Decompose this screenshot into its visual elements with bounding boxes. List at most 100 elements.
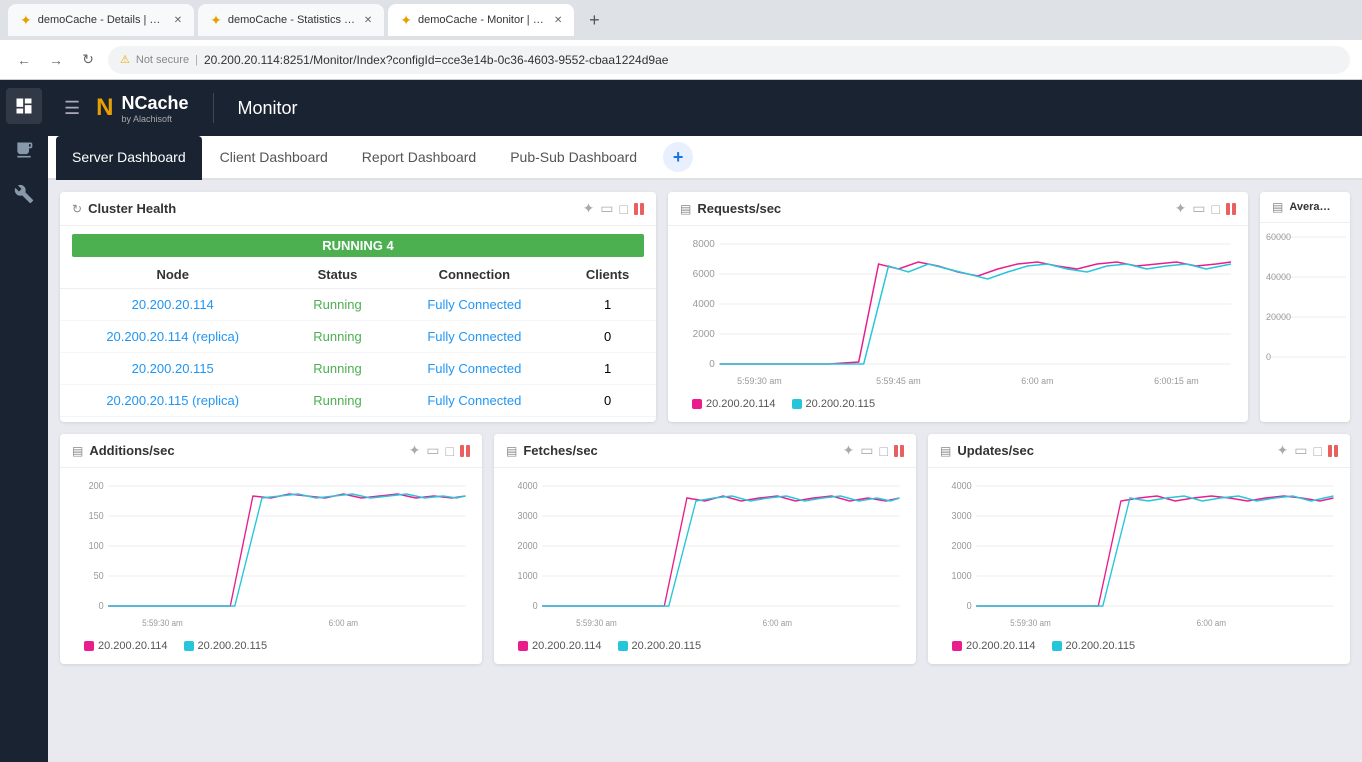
cluster-refresh-icon[interactable]: ↻ — [72, 202, 82, 216]
fetches-pin-icon[interactable]: ✦ — [843, 442, 855, 459]
svg-text:150: 150 — [89, 511, 104, 523]
forward-button[interactable]: → — [44, 48, 68, 72]
logo-sub: by Alachisoft — [121, 114, 188, 124]
tab-close-3[interactable]: ✕ — [554, 15, 562, 26]
cluster-connection: Fully Connected — [390, 321, 560, 353]
svg-text:1000: 1000 — [518, 571, 538, 583]
sidebar-item-tools[interactable] — [6, 176, 42, 212]
top-panels-row: ↻ Cluster Health ✦ ▭ □ RUNNING 4 — [60, 192, 1350, 422]
cluster-pause-button[interactable] — [634, 203, 644, 215]
svg-text:6:00 am: 6:00 am — [329, 618, 358, 628]
svg-text:5:59:45 am: 5:59:45 am — [876, 376, 921, 386]
requests-pause-bar-2 — [1232, 203, 1236, 215]
cluster-expand-icon[interactable]: ▭ — [600, 200, 613, 217]
tab-client-dashboard[interactable]: Client Dashboard — [204, 136, 344, 180]
tab-pubsub-dashboard[interactable]: Pub-Sub Dashboard — [494, 136, 653, 180]
requests-expand-icon[interactable]: ▭ — [1192, 200, 1205, 217]
app-shell: ☰ N NCache by Alachisoft Monitor Server … — [0, 80, 1362, 762]
cluster-node: 20.200.20.115 — [60, 353, 285, 385]
url-separator: | — [195, 54, 198, 66]
additions-fullscreen-icon[interactable]: □ — [446, 443, 454, 459]
tab-label-3: demoCache - Monitor | NCache — [418, 14, 548, 26]
updates-pause-button[interactable] — [1328, 445, 1338, 457]
browser-tab-3[interactable]: ✦ demoCache - Monitor | NCache ✕ — [388, 4, 574, 36]
updates-pause-bar-2 — [1334, 445, 1338, 457]
cluster-status: Running — [285, 289, 389, 321]
tab-icon-2: ✦ — [210, 12, 222, 29]
updates-chart-icon: ▤ — [940, 444, 951, 458]
additions-title: Additions/sec — [89, 443, 402, 458]
fetches-pause-bar-2 — [900, 445, 904, 457]
requests-pause-button[interactable] — [1226, 203, 1236, 215]
additions-expand-icon[interactable]: ▭ — [426, 442, 439, 459]
fetches-legend-item-2: 20.200.20.115 — [618, 640, 702, 652]
cluster-connection: Fully Connected — [390, 385, 560, 417]
cluster-table-row: 20.200.20.115 (replica) Running Fully Co… — [60, 385, 656, 417]
svg-text:4000: 4000 — [518, 481, 538, 493]
requests-chart-area: 8000 6000 4000 2000 0 5:59:30 am 5:59:45… — [668, 226, 1248, 422]
fetches-pause-bar-1 — [894, 445, 898, 457]
fetches-sec-panel: ▤ Fetches/sec ✦ ▭ □ — [494, 434, 916, 664]
updates-legend-label-1: 20.200.20.114 — [966, 640, 1036, 652]
updates-expand-icon[interactable]: ▭ — [1294, 442, 1307, 459]
updates-legend-label-2: 20.200.20.115 — [1066, 640, 1136, 652]
additions-chart-area: 200 150 100 50 0 5:59:30 am 6:00 am — [60, 468, 482, 664]
browser-tab-1[interactable]: ✦ demoCache - Details | NCache ✕ — [8, 4, 194, 36]
additions-legend-label-2: 20.200.20.115 — [198, 640, 268, 652]
cluster-health-controls: ✦ ▭ □ — [583, 200, 628, 217]
fetches-fullscreen-icon[interactable]: □ — [880, 443, 888, 459]
main-area: ☰ N NCache by Alachisoft Monitor Server … — [48, 80, 1362, 762]
updates-legend-dot-2 — [1052, 641, 1062, 651]
requests-title: Requests/sec — [697, 201, 1168, 216]
sidebar-item-dashboard[interactable] — [6, 88, 42, 124]
sidebar-item-servers[interactable] — [6, 132, 42, 168]
additions-header: ▤ Additions/sec ✦ ▭ □ — [60, 434, 482, 468]
cluster-status: Running — [285, 321, 389, 353]
updates-chart-area: 4000 3000 2000 1000 0 5:59:30 am 6:00 am — [928, 468, 1350, 664]
updates-controls: ✦ ▭ □ — [1277, 442, 1322, 459]
additions-chart-svg: 200 150 100 50 0 5:59:30 am 6:00 am — [72, 476, 470, 636]
menu-button[interactable]: ☰ — [64, 98, 80, 119]
svg-text:6:00:15 am: 6:00:15 am — [1154, 376, 1199, 386]
tab-server-dashboard[interactable]: Server Dashboard — [56, 136, 202, 180]
updates-legend: 20.200.20.114 20.200.20.115 — [940, 636, 1338, 660]
svg-text:200: 200 — [89, 481, 104, 493]
tab-close-2[interactable]: ✕ — [364, 15, 372, 26]
reload-button[interactable]: ↻ — [76, 48, 100, 72]
svg-text:2000: 2000 — [518, 541, 538, 553]
cluster-pin-icon[interactable]: ✦ — [583, 200, 595, 217]
svg-text:4000: 4000 — [952, 481, 972, 493]
additions-legend-item-1: 20.200.20.114 — [84, 640, 168, 652]
url-bar[interactable]: ⚠ Not secure | 20.200.20.114:8251/Monito… — [108, 46, 1350, 74]
new-tab-button[interactable]: + — [578, 4, 610, 36]
updates-pin-icon[interactable]: ✦ — [1277, 442, 1289, 459]
back-button[interactable]: ← — [12, 48, 36, 72]
requests-fullscreen-icon[interactable]: □ — [1212, 201, 1220, 217]
browser-tab-2[interactable]: ✦ demoCache - Statistics | NCache ✕ — [198, 4, 384, 36]
cluster-node: 20.200.20.114 — [60, 289, 285, 321]
requests-legend-item-1: 20.200.20.114 — [692, 398, 776, 410]
fetches-pause-button[interactable] — [894, 445, 904, 457]
cluster-clients: 1 — [559, 289, 656, 321]
additions-pause-button[interactable] — [460, 445, 470, 457]
requests-chart-icon: ▤ — [680, 202, 691, 216]
pause-bar-1 — [634, 203, 638, 215]
fetches-chart-icon: ▤ — [506, 444, 517, 458]
cluster-fullscreen-icon[interactable]: □ — [620, 201, 628, 217]
updates-pause-bar-1 — [1328, 445, 1332, 457]
svg-text:5:59:30 am: 5:59:30 am — [142, 618, 183, 628]
cluster-clients: 1 — [559, 353, 656, 385]
requests-chart-svg: 8000 6000 4000 2000 0 5:59:30 am 5:59:45… — [680, 234, 1236, 394]
fetches-expand-icon[interactable]: ▭ — [860, 442, 873, 459]
cluster-table-row: 20.200.20.114 Running Fully Connected 1 — [60, 289, 656, 321]
updates-fullscreen-icon[interactable]: □ — [1314, 443, 1322, 459]
additions-pin-icon[interactable]: ✦ — [409, 442, 421, 459]
requests-pin-icon[interactable]: ✦ — [1175, 200, 1187, 217]
tab-label-2: demoCache - Statistics | NCache — [228, 14, 358, 26]
tab-report-dashboard[interactable]: Report Dashboard — [346, 136, 492, 180]
updates-header: ▤ Updates/sec ✦ ▭ □ — [928, 434, 1350, 468]
tab-close-1[interactable]: ✕ — [174, 15, 182, 26]
average-panel: ▤ Avera… 60000 40000 20000 0 — [1260, 192, 1350, 422]
add-tab-button[interactable]: + — [663, 142, 693, 172]
svg-text:5:59:30 am: 5:59:30 am — [737, 376, 782, 386]
